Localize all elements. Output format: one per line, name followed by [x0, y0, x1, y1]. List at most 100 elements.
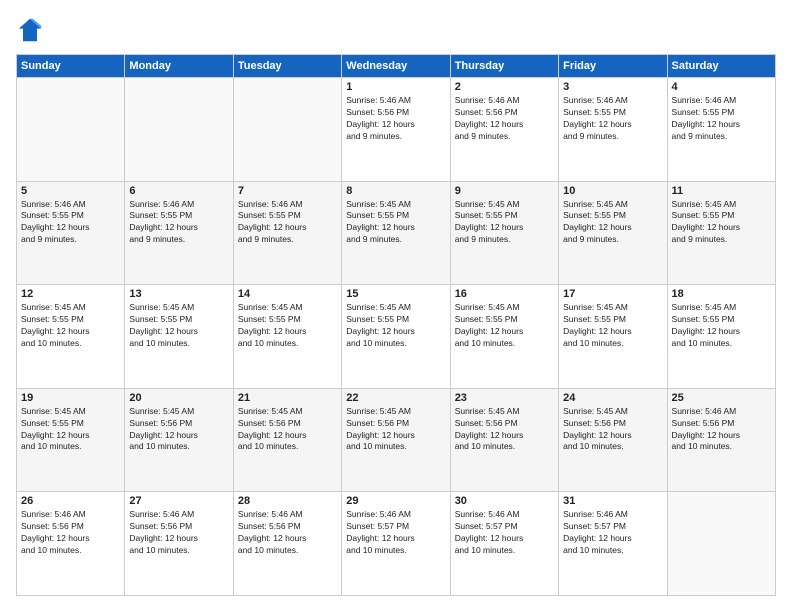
weekday-header-monday: Monday: [125, 55, 233, 78]
calendar-cell: 17 Sunrise: 5:45 AM Sunset: 5:55 PM Dayli…: [559, 285, 667, 389]
calendar-cell: 27 Sunrise: 5:46 AM Sunset: 5:56 PM Dayli…: [125, 492, 233, 596]
calendar-cell: 5Sunrise: 5:46 AM Sunset: 5:55 PM Daylig…: [17, 181, 125, 285]
day-number: 8: [346, 185, 445, 197]
calendar-cell: 6 Sunrise: 5:46 AM Sunset: 5:55 PM Daylig…: [125, 181, 233, 285]
day-info: Sunrise: 5:46 AM Sunset: 5:56 PM Dayligh…: [129, 509, 228, 557]
day-info: Sunrise: 5:46 AM Sunset: 5:55 PM Dayligh…: [129, 199, 228, 247]
calendar-cell: 3 Sunrise: 5:46 AM Sunset: 5:55 PM Daylig…: [559, 78, 667, 182]
day-info: Sunrise: 5:45 AM Sunset: 5:55 PM Dayligh…: [672, 199, 771, 247]
week-row-1: 5 Sunrise: 5:46 AM Sunset: 5:55 PM Daylig…: [17, 181, 776, 285]
week-row-0: 1Sunrise: 5:46 AM Sunset: 5:56 PM Daylig…: [17, 78, 776, 182]
day-number: 6: [129, 185, 228, 197]
day-number: 28: [238, 495, 337, 507]
calendar-cell: 2 Sunrise: 5:46 AM Sunset: 5:56 PM Daylig…: [450, 78, 558, 182]
weekday-header-saturday: Saturday: [667, 55, 775, 78]
day-info: Sunrise: 5:45 AM Sunset: 5:55 PM Dayligh…: [455, 302, 554, 350]
day-number: 3: [563, 81, 662, 93]
day-info: Sunrise: 5:45 AM Sunset: 5:55 PM Dayligh…: [21, 302, 120, 350]
calendar-cell: 19 Sunrise: 5:45 AM Sunset: 5:55 PM Dayli…: [17, 388, 125, 492]
day-number: 9: [455, 185, 554, 197]
calendar-cell: 11 Sunrise: 5:45 AM Sunset: 5:55 PM Dayli…: [667, 181, 775, 285]
page: SundayMondayTuesdayWednesdayThursdayFrid…: [0, 0, 792, 612]
day-number: 19: [21, 392, 120, 404]
calendar-cell: [17, 78, 125, 182]
day-number: 11: [672, 185, 771, 197]
calendar-cell: 15 Sunrise: 5:45 AM Sunset: 5:55 PM Dayli…: [342, 285, 450, 389]
day-number: 22: [346, 392, 445, 404]
day-number: 2: [455, 81, 554, 93]
week-row-3: 19 Sunrise: 5:45 AM Sunset: 5:55 PM Dayli…: [17, 388, 776, 492]
logo: [16, 16, 48, 44]
calendar-table: SundayMondayTuesdayWednesdayThursdayFrid…: [16, 54, 776, 596]
day-number: 25: [672, 392, 771, 404]
day-info: Sunrise: 5:46 AM Sunset: 5:56 PM Dayligh…: [455, 95, 554, 143]
day-info: Sunrise: 5:45 AM Sunset: 5:55 PM Dayligh…: [455, 199, 554, 247]
day-info: Sunrise: 5:46 AM Sunset: 5:56 PM Dayligh…: [238, 509, 337, 557]
day-number: 5: [21, 185, 120, 197]
weekday-header-sunday: Sunday: [17, 55, 125, 78]
logo-icon: [16, 16, 44, 44]
day-info: Sunrise: 5:45 AM Sunset: 5:56 PM Dayligh…: [238, 406, 337, 454]
calendar-cell: [667, 492, 775, 596]
day-info: Sunrise: 5:45 AM Sunset: 5:55 PM Dayligh…: [346, 199, 445, 247]
day-number: 21: [238, 392, 337, 404]
day-number: 23: [455, 392, 554, 404]
day-info: Sunrise: 5:45 AM Sunset: 5:56 PM Dayligh…: [346, 406, 445, 454]
calendar-cell: 16 Sunrise: 5:45 AM Sunset: 5:55 PM Dayli…: [450, 285, 558, 389]
week-row-4: 26 Sunrise: 5:46 AM Sunset: 5:56 PM Dayli…: [17, 492, 776, 596]
calendar-cell: 13 Sunrise: 5:45 AM Sunset: 5:55 PM Dayli…: [125, 285, 233, 389]
calendar-cell: 26 Sunrise: 5:46 AM Sunset: 5:56 PM Dayli…: [17, 492, 125, 596]
calendar-cell: 22 Sunrise: 5:45 AM Sunset: 5:56 PM Dayli…: [342, 388, 450, 492]
day-info: Sunrise: 5:45 AM Sunset: 5:56 PM Dayligh…: [455, 406, 554, 454]
day-info: Sunrise: 5:45 AM Sunset: 5:55 PM Dayligh…: [21, 406, 120, 454]
day-info: Sunrise: 5:46 AM Sunset: 5:56 PM Dayligh…: [672, 406, 771, 454]
day-number: 4: [672, 81, 771, 93]
day-info: Sunrise: 5:46 AM Sunset: 5:56 PM Dayligh…: [346, 95, 445, 143]
calendar-cell: [125, 78, 233, 182]
calendar-cell: 29 Sunrise: 5:46 AM Sunset: 5:57 PM Dayli…: [342, 492, 450, 596]
day-number: 26: [21, 495, 120, 507]
day-info: Sunrise: 5:45 AM Sunset: 5:55 PM Dayligh…: [563, 302, 662, 350]
weekday-header-wednesday: Wednesday: [342, 55, 450, 78]
header: [16, 16, 776, 44]
day-info: Sunrise: 5:45 AM Sunset: 5:55 PM Dayligh…: [129, 302, 228, 350]
calendar-cell: 1Sunrise: 5:46 AM Sunset: 5:56 PM Daylig…: [342, 78, 450, 182]
day-number: 30: [455, 495, 554, 507]
day-number: 7: [238, 185, 337, 197]
day-info: Sunrise: 5:46 AM Sunset: 5:57 PM Dayligh…: [346, 509, 445, 557]
weekday-header-row: SundayMondayTuesdayWednesdayThursdayFrid…: [17, 55, 776, 78]
calendar-cell: 14Sunrise: 5:45 AM Sunset: 5:55 PM Dayli…: [233, 285, 341, 389]
day-info: Sunrise: 5:46 AM Sunset: 5:55 PM Dayligh…: [563, 95, 662, 143]
day-info: Sunrise: 5:45 AM Sunset: 5:55 PM Dayligh…: [346, 302, 445, 350]
day-info: Sunrise: 5:45 AM Sunset: 5:56 PM Dayligh…: [129, 406, 228, 454]
day-info: Sunrise: 5:46 AM Sunset: 5:55 PM Dayligh…: [672, 95, 771, 143]
calendar-cell: 8 Sunrise: 5:45 AM Sunset: 5:55 PM Daylig…: [342, 181, 450, 285]
day-number: 12: [21, 288, 120, 300]
calendar-cell: 30 Sunrise: 5:46 AM Sunset: 5:57 PM Dayli…: [450, 492, 558, 596]
day-number: 15: [346, 288, 445, 300]
day-info: Sunrise: 5:46 AM Sunset: 5:57 PM Dayligh…: [455, 509, 554, 557]
day-info: Sunrise: 5:46 AM Sunset: 5:57 PM Dayligh…: [563, 509, 662, 557]
day-number: 27: [129, 495, 228, 507]
day-number: 24: [563, 392, 662, 404]
weekday-header-thursday: Thursday: [450, 55, 558, 78]
calendar-cell: 25 Sunrise: 5:46 AM Sunset: 5:56 PM Dayli…: [667, 388, 775, 492]
day-info: Sunrise: 5:46 AM Sunset: 5:56 PM Dayligh…: [21, 509, 120, 557]
day-number: 29: [346, 495, 445, 507]
day-info: Sunrise: 5:45 AM Sunset: 5:55 PM Dayligh…: [672, 302, 771, 350]
day-info: Sunrise: 5:45 AM Sunset: 5:55 PM Dayligh…: [563, 199, 662, 247]
day-number: 16: [455, 288, 554, 300]
calendar-cell: 18 Sunrise: 5:45 AM Sunset: 5:55 PM Dayli…: [667, 285, 775, 389]
calendar-cell: 31Sunrise: 5:46 AM Sunset: 5:57 PM Dayli…: [559, 492, 667, 596]
day-number: 14: [238, 288, 337, 300]
calendar-cell: 9 Sunrise: 5:45 AM Sunset: 5:55 PM Daylig…: [450, 181, 558, 285]
calendar-cell: 4 Sunrise: 5:46 AM Sunset: 5:55 PM Daylig…: [667, 78, 775, 182]
weekday-header-friday: Friday: [559, 55, 667, 78]
day-number: 17: [563, 288, 662, 300]
calendar-cell: 10Sunrise: 5:45 AM Sunset: 5:55 PM Dayli…: [559, 181, 667, 285]
day-number: 20: [129, 392, 228, 404]
day-number: 13: [129, 288, 228, 300]
calendar-cell: 28 Sunrise: 5:46 AM Sunset: 5:56 PM Dayli…: [233, 492, 341, 596]
day-number: 18: [672, 288, 771, 300]
calendar-cell: 24Sunrise: 5:45 AM Sunset: 5:56 PM Dayli…: [559, 388, 667, 492]
